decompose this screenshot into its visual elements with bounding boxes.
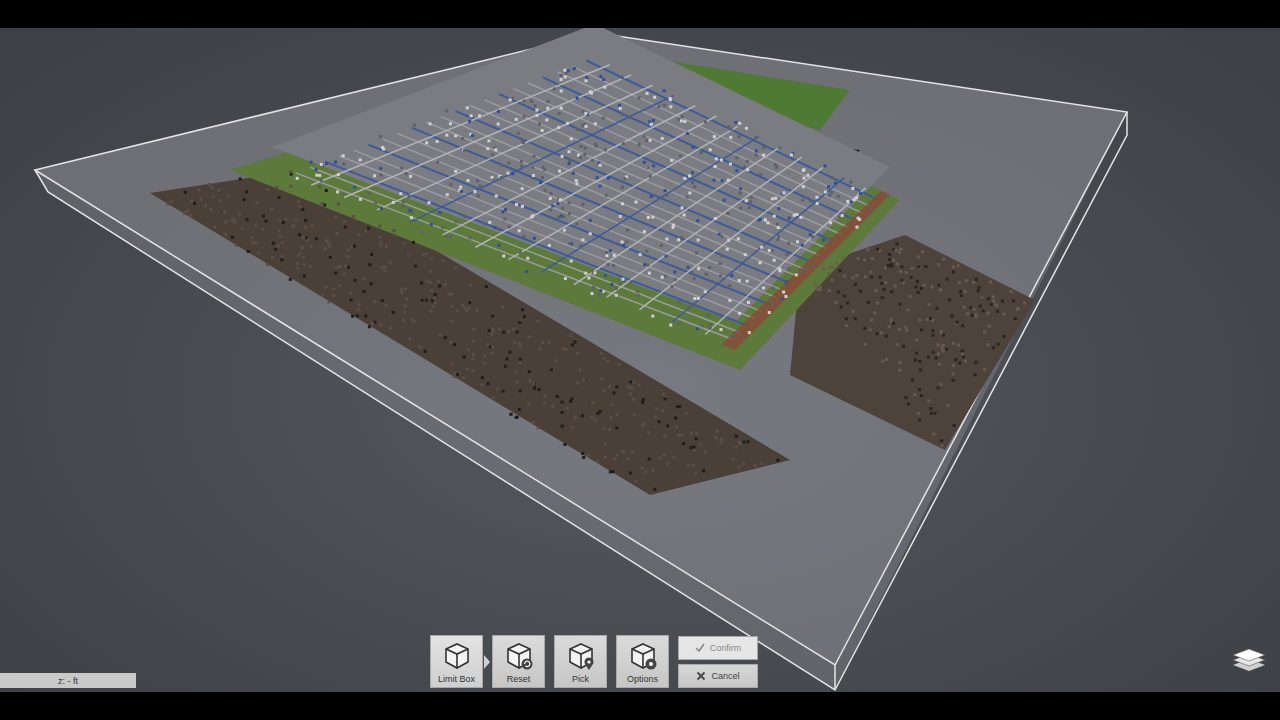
- cube-icon: [504, 641, 534, 671]
- point-cloud-viewport[interactable]: z: - ftLimit BoxResetPickOptionsConfirmC…: [0, 28, 1280, 692]
- cross-icon: [696, 671, 706, 681]
- cube-icon: [566, 641, 596, 671]
- cube-icon: [442, 641, 472, 671]
- point-cloud-scene[interactable]: [0, 28, 1280, 692]
- cancel-button[interactable]: Cancel: [678, 664, 758, 688]
- tool-button[interactable]: Pick: [554, 635, 607, 688]
- layers-icon[interactable]: [1231, 645, 1267, 675]
- bottom-letterbox: [0, 692, 1280, 720]
- confirm-button[interactable]: Confirm: [678, 636, 758, 660]
- top-letterbox: [0, 0, 1280, 28]
- check-icon: [695, 643, 705, 653]
- tool-button[interactable]: Reset: [492, 635, 545, 688]
- tool-button[interactable]: Limit Box: [430, 635, 483, 688]
- tool-button[interactable]: Options: [616, 635, 669, 688]
- coordinate-readout: z: - ft: [0, 673, 136, 688]
- toolbar: Limit BoxResetPickOptions Confirm Cancel: [430, 635, 758, 688]
- app-window: z: - ftLimit BoxResetPickOptionsConfirmC…: [0, 0, 1280, 720]
- action-group: Confirm Cancel: [678, 635, 758, 688]
- cube-icon: [628, 641, 658, 671]
